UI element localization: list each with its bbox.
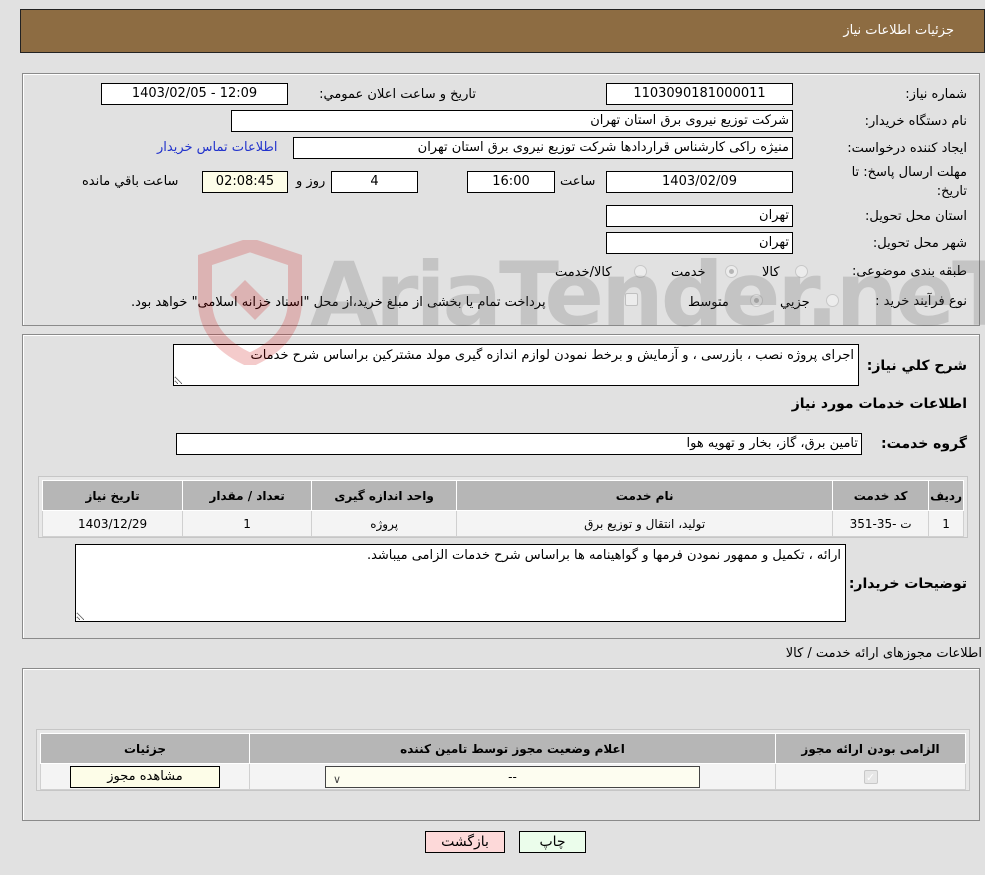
process-option-medium: متوسط bbox=[688, 295, 729, 310]
treasury-checkbox[interactable] bbox=[625, 293, 638, 306]
deadline-label: مهلت ارسال پاسخ: تا تاریخ: bbox=[851, 165, 967, 199]
requester-label: ایجاد کننده درخواست: bbox=[847, 141, 967, 156]
cell-service-name: تولید، انتقال و توزیع برق bbox=[456, 510, 834, 537]
permits-table: الزامی بودن ارائه مجوز اعلام وضعیت مجوز … bbox=[40, 733, 966, 790]
description-textarea[interactable] bbox=[173, 344, 859, 386]
cell-row: 1 bbox=[928, 510, 964, 537]
page-title: جزئیات اطلاعات نیاز bbox=[843, 23, 954, 38]
category-option-goods-service: کالا/خدمت bbox=[555, 265, 612, 280]
remaining-days-field[interactable]: 4 bbox=[331, 171, 418, 193]
table-row: ✓ -- ∨ مشاهده مجوز bbox=[40, 763, 966, 790]
delivery-city-field[interactable]: تهران bbox=[606, 232, 793, 254]
buyer-org-label: نام دستگاه خریدار: bbox=[864, 114, 967, 129]
description-label: شرح کلي نیاز: bbox=[866, 358, 967, 374]
treasury-note: پرداخت تمام یا بخشی از مبلغ خرید،از محل … bbox=[131, 295, 546, 310]
requester-field[interactable]: منیژه راکی کارشناس قراردادها شرکت توزیع … bbox=[293, 137, 793, 159]
permits-table-header: الزامی بودن ارائه مجوز اعلام وضعیت مجوز … bbox=[40, 733, 966, 764]
need-number-label: شماره نیاز: bbox=[905, 87, 967, 102]
deadline-date-field[interactable]: 1403/02/09 bbox=[606, 171, 793, 193]
cell-unit: پروژه bbox=[311, 510, 458, 537]
back-button[interactable]: بازگشت bbox=[425, 831, 505, 853]
col-permit-required: الزامی بودن ارائه مجوز bbox=[775, 733, 966, 764]
announce-datetime-label: تاریخ و ساعت اعلان عمومي: bbox=[319, 87, 476, 102]
view-permit-button[interactable]: مشاهده مجوز bbox=[70, 765, 220, 788]
cell-quantity: 1 bbox=[182, 510, 313, 537]
permits-table-wrap: الزامی بودن ارائه مجوز اعلام وضعیت مجوز … bbox=[36, 729, 970, 791]
page-header: جزئیات اطلاعات نیاز bbox=[20, 9, 985, 53]
chevron-down-icon: ∨ bbox=[333, 772, 342, 786]
delivery-province-field[interactable]: تهران bbox=[606, 205, 793, 227]
buyer-notes-textarea[interactable] bbox=[75, 544, 846, 622]
table-row: 1 ت -35-351 تولید، انتقال و توزیع برق پر… bbox=[41, 510, 964, 537]
col-quantity: تعداد / مقدار bbox=[182, 480, 313, 511]
category-option-service: خدمت bbox=[671, 265, 706, 280]
days-label: روز و bbox=[296, 174, 326, 189]
services-table-wrap: ردیف کد خدمت نام خدمت واحد اندازه گیری ت… bbox=[38, 476, 968, 538]
print-button[interactable]: چاپ bbox=[519, 831, 586, 853]
col-row: ردیف bbox=[928, 480, 964, 511]
purchase-process-label: نوع فرآیند خرید : bbox=[875, 294, 967, 309]
service-group-label: گروه خدمت: bbox=[881, 436, 967, 452]
remaining-time-field: 02:08:45 bbox=[202, 171, 288, 193]
delivery-city-label: شهر محل تحویل: bbox=[872, 236, 967, 251]
permit-status-select[interactable]: -- ∨ bbox=[325, 765, 700, 788]
announce-datetime-field[interactable]: 1403/02/05 - 12:09 bbox=[101, 83, 288, 105]
col-unit: واحد اندازه گیری bbox=[311, 480, 458, 511]
col-need-date: تاریخ نیاز bbox=[41, 480, 184, 511]
category-radio-goods-service[interactable] bbox=[634, 265, 647, 278]
cell-permit-details: مشاهده مجوز bbox=[40, 763, 250, 790]
process-radio-medium[interactable] bbox=[750, 294, 763, 307]
category-radio-goods[interactable] bbox=[795, 265, 808, 278]
buyer-notes-label: توضیحات خریدار: bbox=[848, 576, 967, 592]
buyer-org-field[interactable]: شرکت توزیع نیروی برق استان تهران bbox=[231, 110, 793, 132]
category-label: طبقه بندی موضوعی: bbox=[851, 264, 967, 279]
need-number-field[interactable]: 1103090181000011 bbox=[606, 83, 793, 105]
service-group-field[interactable]: تامین برق، گاز، بخار و تهویه هوا bbox=[176, 433, 862, 455]
services-section-title: اطلاعات خدمات مورد نیاز bbox=[791, 396, 967, 412]
services-table-header: ردیف کد خدمت نام خدمت واحد اندازه گیری ت… bbox=[41, 480, 964, 511]
category-option-goods: کالا bbox=[762, 265, 780, 280]
deadline-time-label: ساعت bbox=[560, 174, 596, 189]
col-service-code: کد خدمت bbox=[832, 480, 930, 511]
permit-required-checkbox[interactable]: ✓ bbox=[863, 769, 878, 784]
cell-permit-status: -- ∨ bbox=[249, 763, 776, 790]
cell-need-date: 1403/12/29 bbox=[41, 510, 184, 537]
buyer-contact-link[interactable]: اطلاعات تماس خریدار bbox=[157, 140, 277, 155]
permits-section-title: اطلاعات مجوزهای ارائه خدمت / کالا bbox=[785, 646, 982, 661]
process-option-minor: جزيي bbox=[780, 295, 810, 310]
services-table: ردیف کد خدمت نام خدمت واحد اندازه گیری ت… bbox=[41, 480, 964, 537]
deadline-time-field[interactable]: 16:00 bbox=[467, 171, 555, 193]
cell-permit-required: ✓ bbox=[775, 763, 966, 790]
delivery-province-label: استان محل تحویل: bbox=[865, 209, 967, 224]
remaining-time-label: ساعت باقي مانده bbox=[82, 174, 179, 189]
col-permit-status: اعلام وضعیت مجوز توسط تامین کننده bbox=[249, 733, 776, 764]
col-permit-details: جزئیات bbox=[40, 733, 250, 764]
process-radio-minor[interactable] bbox=[826, 294, 839, 307]
category-radio-service[interactable] bbox=[725, 265, 738, 278]
permit-status-value: -- bbox=[508, 769, 517, 784]
cell-service-code: ت -35-351 bbox=[832, 510, 930, 537]
col-service-name: نام خدمت bbox=[456, 480, 834, 511]
